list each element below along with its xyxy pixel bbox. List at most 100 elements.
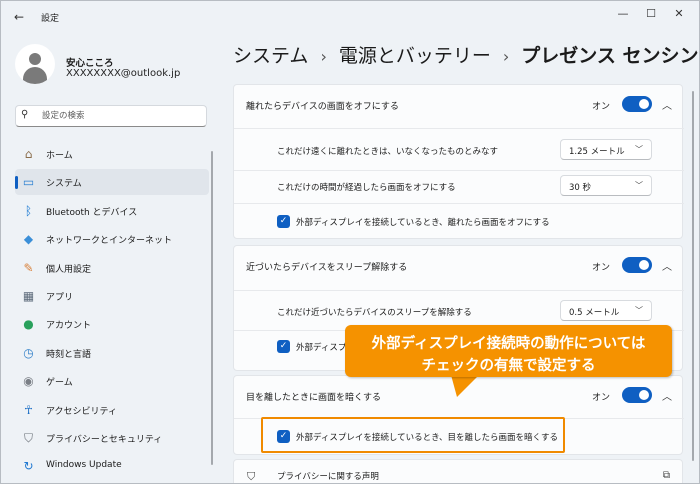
chevron-up-icon[interactable]: ︿ (662, 97, 672, 112)
away-section-header[interactable]: 離れたらデバイスの画面をオフにする オン ︿ (234, 85, 684, 127)
dim-section-title: 目を離したときに画面を暗くする (246, 393, 382, 403)
sidebar-item-label: Bluetooth とデバイス (46, 207, 138, 218)
search-icon: ⚲ (21, 109, 29, 120)
apps-icon: ▦ (22, 289, 35, 303)
user-email: XXXXXXXX@outlook.jp (66, 68, 181, 79)
divider (234, 203, 684, 204)
sidebar-item-label: Windows Update (46, 460, 122, 471)
sidebar-item-label: ホーム (46, 151, 73, 161)
approach-external-display-checkbox[interactable]: ✓ (277, 340, 290, 353)
sidebar-item-label: ネットワークとインターネット (46, 236, 173, 247)
chevron-up-icon[interactable]: ︿ (662, 258, 672, 273)
approach-distance-dropdown[interactable]: 0.5 メートル ﹀ (560, 300, 652, 321)
sidebar-item-label: システム (46, 179, 82, 190)
chevron-down-icon: ﹀ (635, 181, 643, 190)
breadcrumb-separator: › (320, 47, 327, 66)
privacy-statement-link[interactable]: ⛉ プライバシーに関する声明 ⧉ (233, 459, 683, 483)
annotation-callout: 外部ディスプレイ接続時の動作については チェックの有無で設定する (345, 325, 672, 377)
divider (234, 128, 684, 129)
away-section-title: 離れたらデバイスの画面をオフにする (246, 102, 399, 112)
away-timeout-label: これだけの時間が経過したら画面をオフにする (277, 183, 456, 193)
approach-toggle-state: オン (591, 263, 610, 273)
away-timeout-value: 30 秒 (569, 183, 592, 193)
approach-distance-label: これだけ近づいたらデバイスのスリープを解除する (277, 308, 472, 318)
bluetooth-icon: ᛒ (24, 203, 33, 218)
dim-toggle-state: オン (591, 393, 610, 403)
away-distance-dropdown[interactable]: 1.25 メートル ﹀ (560, 139, 652, 160)
sidebar-item-bluetooth[interactable]: ᛒ Bluetooth とデバイス (15, 198, 209, 224)
privacy-statement-label: プライバシーに関する声明 (277, 472, 379, 482)
approach-toggle[interactable] (622, 257, 652, 273)
away-external-display-checkbox[interactable]: ✓ (277, 215, 290, 228)
away-external-display-label: 外部ディスプレイを接続しているとき、離れたら画面をオフにする (296, 218, 550, 228)
home-icon: ⌂ (24, 147, 33, 161)
sidebar-item-network[interactable]: ◆ ネットワークとインターネット (15, 226, 209, 252)
callout-line-2: チェックの有無で設定する (421, 358, 596, 374)
sidebar-item-label: ゲーム (46, 378, 73, 389)
divider (234, 290, 684, 291)
breadcrumb-system[interactable]: システム (233, 45, 308, 67)
maximize-button[interactable]: ☐ (637, 5, 665, 23)
account-icon: ● (23, 317, 34, 332)
sidebar-item-accessibility[interactable]: ☥ アクセシビリティ (15, 397, 209, 423)
app-title: 設定 (41, 14, 60, 24)
approach-section-title: 近づいたらデバイスをスリープ解除する (246, 263, 408, 273)
approach-section-header[interactable]: 近づいたらデバイスをスリープ解除する オン ︿ (234, 246, 684, 288)
sidebar-item-label: プライバシーとセキュリティ (46, 435, 163, 445)
sidebar-item-label: アクセシビリティ (46, 406, 118, 417)
settings-window: ← 設定 — ☐ ✕ 安心こころ XXXXXXXX@outlook.jp ⚲ ⌂… (0, 0, 700, 484)
breadcrumb-power[interactable]: 電源とバッテリー (339, 45, 491, 67)
sidebar-item-update[interactable]: ↻ Windows Update (15, 453, 209, 479)
sidebar-item-gamepad[interactable]: ◉ ゲーム (15, 368, 209, 394)
title-bar: ← 設定 — ☐ ✕ (1, 1, 699, 31)
sidebar-item-apps[interactable]: ▦ アプリ (15, 283, 209, 309)
away-toggle[interactable] (622, 96, 652, 112)
chevron-down-icon: ﹀ (635, 145, 643, 154)
main-scrollbar[interactable] (692, 91, 694, 461)
away-timeout-dropdown[interactable]: 30 秒 ﹀ (560, 175, 652, 196)
callout-line-1: 外部ディスプレイ接続時の動作については (371, 336, 646, 352)
sidebar-item-account[interactable]: ● アカウント (15, 311, 209, 337)
page-title: プレゼンス センシング (521, 45, 700, 67)
sidebar-item-label: 個人用設定 (46, 264, 92, 275)
brush-icon: ✎ (23, 260, 34, 275)
sidebar-item-label: アプリ (46, 293, 74, 303)
clock-globe-icon: ◷ (23, 345, 34, 360)
accessibility-icon: ☥ (24, 402, 33, 417)
close-button[interactable]: ✕ (665, 5, 693, 23)
avatar-body (23, 67, 47, 84)
chevron-down-icon: ﹀ (635, 306, 643, 315)
sidebar-item-shield[interactable]: ⛉ プライバシーとセキュリティ (15, 425, 209, 451)
network-icon: ◆ (23, 232, 34, 247)
dim-toggle[interactable] (622, 387, 652, 403)
search-box[interactable]: ⚲ (15, 105, 207, 127)
shield-icon: ⛉ (247, 470, 256, 483)
away-distance-value: 1.25 メートル (569, 147, 625, 157)
avatar[interactable] (15, 44, 55, 84)
shield-icon: ⛉ (23, 431, 33, 445)
back-arrow-icon[interactable]: ← (11, 9, 27, 25)
sidebar-item-brush[interactable]: ✎ 個人用設定 (15, 255, 209, 281)
breadcrumb: システム › 電源とバッテリー › プレゼンス センシング (233, 41, 700, 68)
divider (234, 170, 684, 171)
highlight-box (261, 417, 565, 453)
sidebar-item-home[interactable]: ⌂ ホーム (15, 141, 209, 167)
sidebar-item-system[interactable]: ▭ システム (15, 169, 209, 196)
sidebar-item-clock-globe[interactable]: ◷ 時刻と言語 (15, 340, 209, 366)
away-distance-label: これだけ遠くに離れたときは、いなくなったものとみなす (277, 147, 499, 157)
search-input[interactable] (42, 109, 202, 123)
external-link-icon: ⧉ (662, 470, 670, 481)
active-indicator (15, 176, 18, 190)
away-section-card: 離れたらデバイスの画面をオフにする オン ︿ これだけ遠くに離れたときは、いなく… (233, 84, 684, 239)
sidebar-item-label: アカウント (46, 321, 92, 332)
sidebar-scrollbar[interactable] (211, 151, 213, 465)
user-name: 安心こころ (66, 58, 114, 69)
minimize-button[interactable]: — (609, 5, 637, 23)
avatar-head (29, 53, 41, 65)
system-icon: ▭ (22, 175, 35, 190)
approach-distance-value: 0.5 メートル (569, 308, 620, 318)
breadcrumb-separator: › (502, 47, 510, 66)
chevron-up-icon[interactable]: ︿ (662, 388, 672, 403)
update-icon: ↻ (23, 459, 34, 474)
gamepad-icon: ◉ (23, 374, 34, 389)
